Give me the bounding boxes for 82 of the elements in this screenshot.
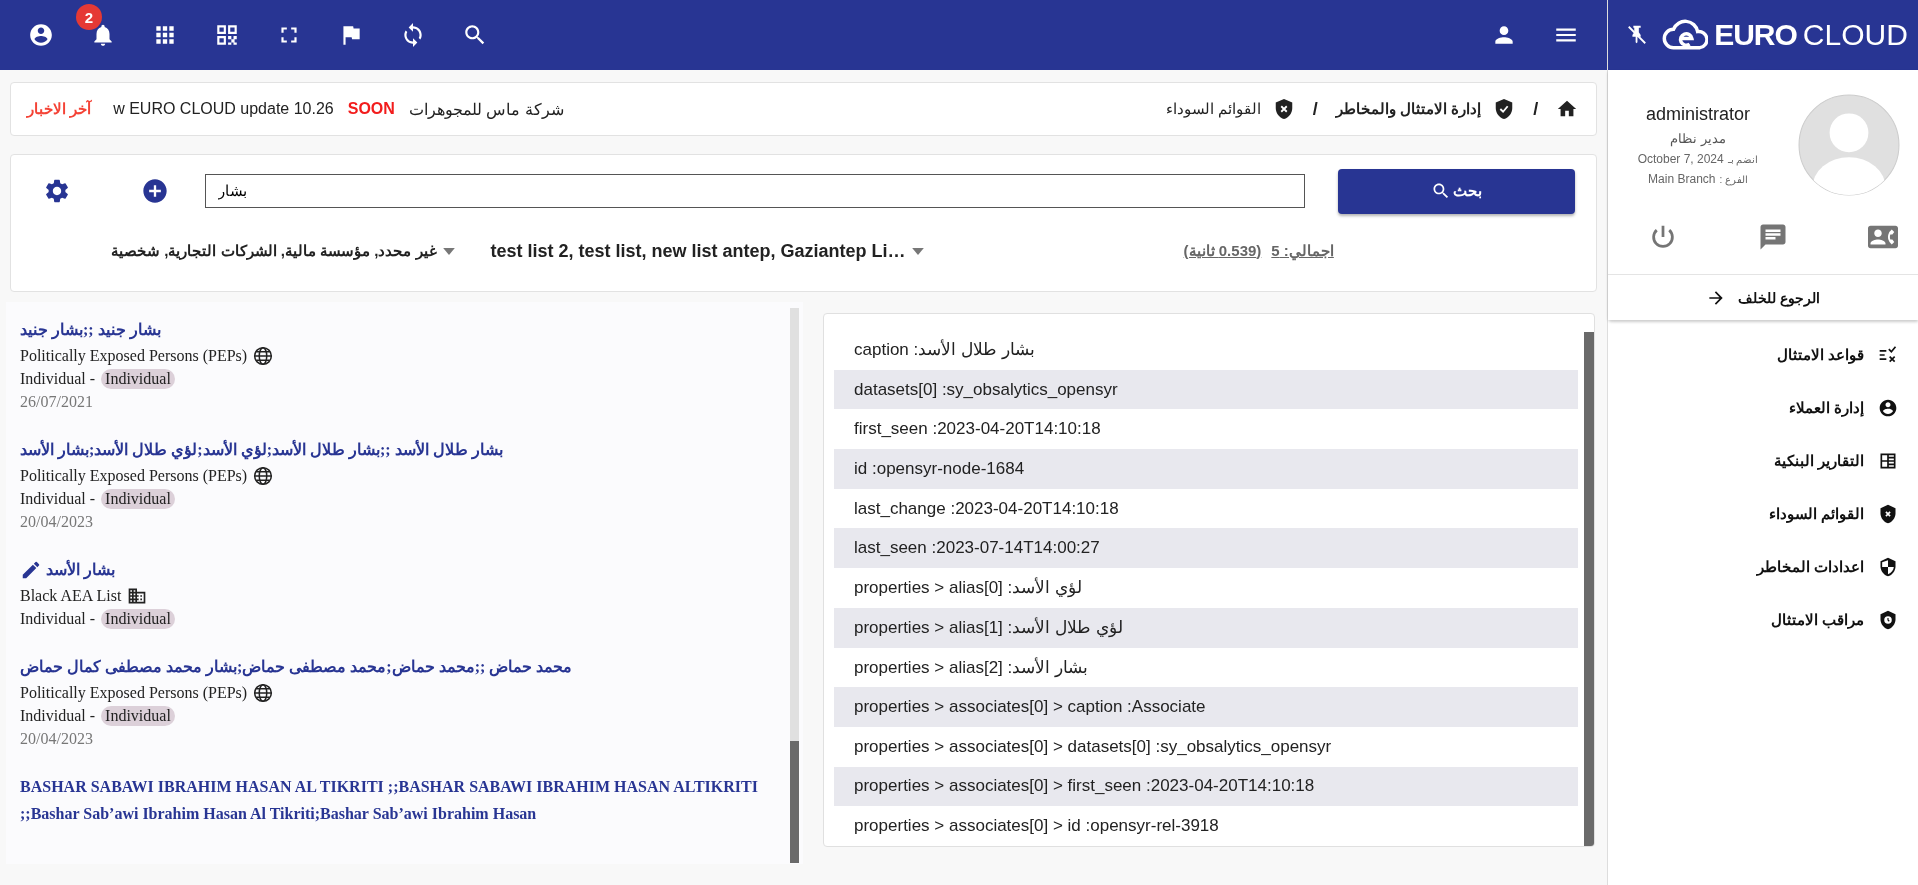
nav-item[interactable]: التقارير البنكية [1608,434,1898,487]
chat-icon[interactable] [1758,222,1789,252]
nav-item[interactable]: اعدادات المخاطر [1608,540,1898,593]
breadcrumb-separator: / [1532,98,1540,120]
detail-row: id :opensyr-node-1684 [834,449,1578,489]
search-button[interactable]: بحث [1338,168,1575,214]
branch-name: Main Branch [1648,172,1716,186]
result-title[interactable]: بشار طلال الأسد ;;بشار طلال الأسد;لؤي الأسد;لؤي طلال الأسد;بشار الأسد [20,436,503,463]
account-icon [1878,397,1898,418]
result-type: Individual - [20,706,96,725]
result-type: Individual - [20,369,96,388]
pin-off-icon[interactable] [1626,24,1649,46]
type-tag: Individual [101,488,175,509]
search-field[interactable]: بشار [205,174,1305,208]
search-time: (0.539 ثانية) [1183,242,1262,260]
detail-row: datasets[0] :sy_obsalytics_opensyr [834,369,1578,410]
account-icon[interactable] [28,22,54,48]
category-select[interactable]: غير محدد, مؤسسة مالية, الشركات التجارية, شخصية [111,242,455,260]
shieldhalf-icon [1878,556,1898,577]
breadcrumb-link[interactable]: القوائم السوداء [1165,100,1261,118]
detail-row-text: caption :بشار طلال الأسد [853,338,1036,362]
shieldx-icon [1878,503,1898,524]
settings-icon[interactable] [43,177,71,205]
checklist-icon [1878,344,1898,365]
nav-item[interactable]: قواعد الامتثال [1608,328,1898,381]
user-name: administrator [1646,104,1751,125]
detail-row-text: properties > associates[0] > datasets[0] :sy_obsalytics_opensyr [853,735,1333,758]
result-title[interactable]: بشار جنيد ;;بشار جنيد [20,316,161,343]
nav-item[interactable]: إدارة العملاء [1608,381,1898,434]
detail-row-text: first_seen :2023-04-20T14:10:18 [853,418,1102,441]
result-source: Politically Exposed Persons (PEPs) [20,346,248,365]
shieldclock-icon [1878,609,1898,630]
globe-icon [253,345,274,366]
result-type: Individual - [20,489,96,508]
result-date: 26/07/2021 [20,391,94,412]
cloud-logo-icon [1662,18,1709,52]
nav-item[interactable]: مراقب الامتثال [1608,593,1898,646]
breadcrumb-separator: / [1311,98,1319,120]
logo-text: EURO [1714,18,1797,52]
caret-icon [442,247,455,255]
news-text: SOON [347,100,395,118]
globe-icon [253,682,274,703]
type-tag: Individual [101,368,175,389]
result-source: Politically Exposed Persons (PEPs) [20,683,248,702]
breadcrumb-link[interactable]: إدارة الامتثال والمخاطر [1335,100,1482,118]
detail-row: properties > associates[0] > caption :Associate [834,687,1578,727]
scrollbar[interactable] [790,308,799,863]
result-title[interactable]: BASHAR SABAWI IBRAHIM HASAN AL TIKRITI ;;BASHAR SABAWI IBRAHIM HASAN ALTIKRITI ;;Bashar Sab’awi Ibrahim Hasan Al Tikriti;Bashar Sab’awi Ibrahim Hasan [20,773,776,827]
branch-label: الفرع : [1719,173,1749,185]
add-icon[interactable] [141,177,169,205]
logo-text: CLOUD [1802,18,1908,52]
detail-row-text: properties > alias[0] :لؤي الأسد [853,576,1083,600]
globe-icon [253,465,274,486]
result-total: اجمالي: 5 [1271,242,1334,260]
notification-count: 2 [76,4,102,30]
detail-row: properties > associates[0] > first_seen :2023-04-20T14:10:18 [834,766,1578,807]
result-source: Politically Exposed Persons (PEPs) [20,466,248,485]
result-date: 20/04/2023 [20,511,94,532]
news-text: w EURO CLOUD update 10.26 [113,100,334,118]
qr-code-icon[interactable] [214,22,240,48]
result-title[interactable]: محمد حماض ;;محمد حماض;محمد مصطفى حماض;بشار محمد مصطفى كمال حماض [20,653,573,680]
join-date: October 7, 2024 [1637,152,1724,166]
user-role: مدير نظام [1670,131,1726,146]
detail-row: last_seen :2023-07-14T14:00:27 [834,528,1578,569]
news-text: شركة ماس للمجوهرات [408,99,564,119]
result-source: Black AEA List [20,586,122,605]
type-tag: Individual [101,705,175,726]
result-date: 20/04/2023 [20,728,94,749]
back-button[interactable]: الرجوع للخلف [1608,274,1918,320]
scrollbar[interactable] [1584,332,1594,846]
search-icon [1431,181,1451,201]
result-type: Individual - [20,609,96,628]
type-tag: Individual [101,608,175,629]
detail-row-text: properties > alias[2] :بشار الأسد [853,656,1089,679]
caret-icon [911,247,924,255]
detail-row: properties > alias[1] :لؤي طلال الأسد [834,607,1578,648]
join-label: انضم بـ [1727,153,1759,165]
detail-row-text: properties > associates[0] > id :opensyr-rel-3918 [853,815,1220,838]
result-title[interactable]: بشار الأسد [46,556,115,583]
list-select[interactable]: test list 2, test list, new list antep, Gaziantep Li… [490,240,924,262]
nav-item[interactable]: القوائم السوداء [1608,487,1898,540]
detail-row-text: last_change :2023-04-20T14:10:18 [853,497,1120,520]
